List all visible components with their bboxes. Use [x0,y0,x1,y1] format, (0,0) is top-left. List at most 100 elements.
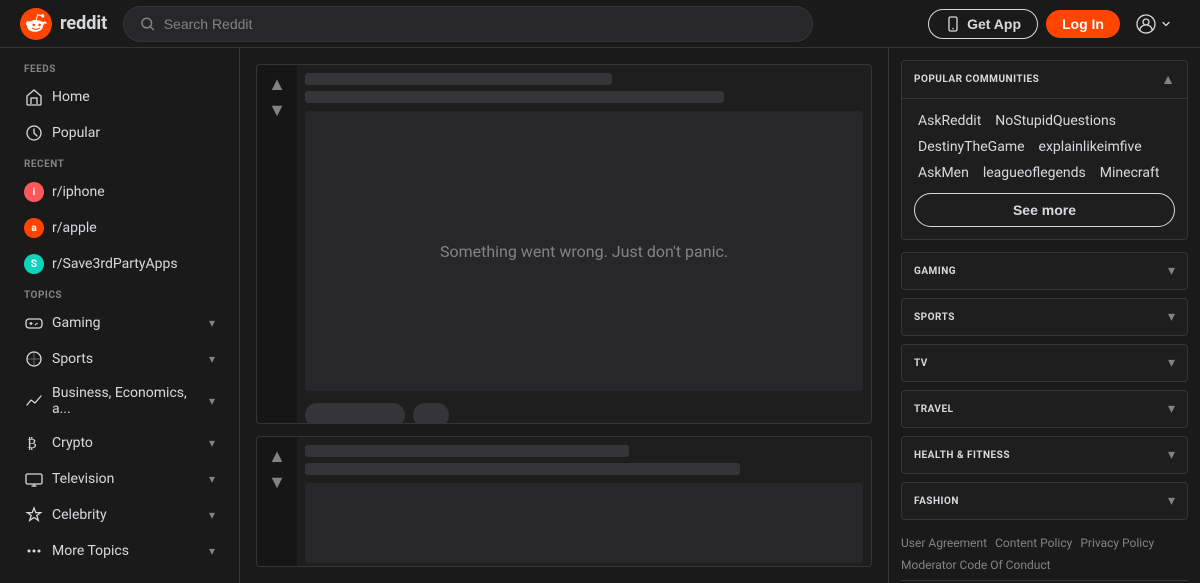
topic-travel-header[interactable]: TRAVEL ▾ [902,391,1187,427]
gaming-icon [24,313,44,333]
topic-row-tv: TV ▾ [901,344,1188,382]
skeleton-image-2 [305,483,863,563]
celebrity-chevron-icon: ▾ [209,508,215,522]
post-body-2 [297,437,871,567]
footer-links: User Agreement Content Policy Privacy Po… [901,536,1188,572]
downvote-button-2[interactable]: ▼ [266,471,288,493]
community-tag-minecraft[interactable]: Minecraft [1096,163,1164,183]
topic-row-gaming: GAMING ▾ [901,252,1188,290]
upvote-button-2[interactable]: ▲ [266,445,288,467]
collapse-icon[interactable]: ▲ [1161,71,1175,88]
footer-divider [901,580,1188,581]
right-sidebar: POPULAR COMMUNITIES ▲ AskReddit NoStupid… [888,48,1200,583]
sidebar-item-gaming[interactable]: Gaming ▾ [0,305,239,341]
sidebar-item-iphone[interactable]: i r/iphone [0,174,239,210]
footer-link-content-policy[interactable]: Content Policy [995,536,1072,550]
avatar-save3rd: S [24,254,44,274]
community-tag-askmen[interactable]: AskMen [914,163,973,183]
sidebar-item-crypto-label: Crypto [52,435,201,451]
header-right: Get App Log In [928,9,1180,39]
topic-fashion-chevron: ▾ [1168,493,1175,509]
topic-row-sports: SPORTS ▾ [901,298,1188,336]
sidebar-item-crypto[interactable]: ₿ Crypto ▾ [0,425,239,461]
sidebar-item-sports-label: Sports [52,351,201,367]
community-tag-destiny[interactable]: DestinyTheGame [914,137,1029,157]
upvote-button-1[interactable]: ▲ [266,73,288,95]
error-area: Something went wrong. Just don't panic. [305,111,863,391]
left-sidebar: FEEDS Home Popular RECENT i [0,48,240,583]
see-more-button[interactable]: See more [914,193,1175,227]
search-bar[interactable] [123,6,813,42]
community-tag-explain[interactable]: explainlikeimfive [1035,137,1146,157]
sidebar-item-apple[interactable]: a r/apple [0,210,239,246]
sidebar-item-business-label: Business, Economics, a... [52,385,201,417]
topic-fashion-header[interactable]: FASHION ▾ [902,483,1187,519]
topic-gaming-label: GAMING [914,266,956,277]
sidebar-item-television[interactable]: Television ▾ [0,461,239,497]
get-app-button[interactable]: Get App [928,9,1038,39]
vote-col-1: ▲ ▼ [257,65,297,424]
topic-health-label: HEALTH & FITNESS [914,450,1010,461]
footer-link-privacy[interactable]: Privacy Policy [1080,536,1154,550]
sports-chevron-icon: ▾ [209,352,215,366]
topic-gaming-header[interactable]: GAMING ▾ [902,253,1187,289]
popular-communities-body: AskReddit NoStupidQuestions DestinyTheGa… [902,99,1187,239]
sidebar-item-celebrity[interactable]: Celebrity ▾ [0,497,239,533]
search-input[interactable] [164,16,797,32]
popular-communities-title: POPULAR COMMUNITIES [914,74,1039,85]
community-tag-askreddit[interactable]: AskReddit [914,111,985,131]
user-icon [1136,14,1156,34]
television-chevron-icon: ▾ [209,472,215,486]
phone-icon [945,16,961,32]
topics-section-label: TOPICS [0,282,239,305]
downvote-button-1[interactable]: ▼ [266,99,288,121]
sidebar-item-home[interactable]: Home [0,79,239,115]
more-topics-icon [24,541,44,561]
sidebar-item-business[interactable]: Business, Economics, a... ▾ [0,377,239,425]
footer-link-moderator-code[interactable]: Moderator Code Of Conduct [901,558,1051,572]
vote-col-2: ▲ ▼ [257,437,297,567]
logo[interactable]: reddit [20,8,107,40]
community-tag-nostupid[interactable]: NoStupidQuestions [991,111,1120,131]
sidebar-item-more-topics-label: More Topics [52,543,201,559]
sidebar-item-popular[interactable]: Popular [0,115,239,151]
topic-sports-header[interactable]: SPORTS ▾ [902,299,1187,335]
post-card-2: ▲ ▼ [256,436,872,567]
skeleton-2b [305,463,740,475]
topic-sports-chevron: ▾ [1168,309,1175,325]
popular-communities-widget: POPULAR COMMUNITIES ▲ AskReddit NoStupid… [901,60,1188,240]
sports-icon [24,349,44,369]
gaming-chevron-icon: ▾ [209,316,215,330]
topic-travel-label: TRAVEL [914,404,954,415]
topic-tv-chevron: ▾ [1168,355,1175,371]
sidebar-item-popular-label: Popular [52,125,215,141]
header: reddit Get App Log In [0,0,1200,48]
topic-fashion-label: FASHION [914,496,959,507]
recent-section-label: RECENT [0,151,239,174]
sidebar-item-television-label: Television [52,471,201,487]
crypto-chevron-icon: ▾ [209,436,215,450]
user-menu[interactable] [1128,10,1180,38]
log-in-button[interactable]: Log In [1046,10,1120,38]
sidebar-item-save3rdpartyapps[interactable]: S r/Save3rdPartyApps [0,246,239,282]
error-text: Something went wrong. Just don't panic. [440,242,728,261]
post-body-1: Something went wrong. Just don't panic. [297,65,871,424]
sidebar-item-more-topics[interactable]: More Topics ▾ [0,533,239,569]
topic-health-header[interactable]: HEALTH & FITNESS ▾ [902,437,1187,473]
crypto-icon: ₿ [24,433,44,453]
right-footer: User Agreement Content Policy Privacy Po… [901,528,1188,583]
topic-row-health: HEALTH & FITNESS ▾ [901,436,1188,474]
main-content: ▲ ▼ Something went wrong. Just don't pan… [240,48,888,583]
sidebar-item-save3rd-label: r/Save3rdPartyApps [52,256,215,272]
topic-tv-header[interactable]: TV ▾ [902,345,1187,381]
skeleton-title-1b [305,91,724,103]
post-footer-1 [305,399,863,424]
popular-communities-header[interactable]: POPULAR COMMUNITIES ▲ [902,61,1187,99]
community-tag-league[interactable]: leagueoflegends [979,163,1090,183]
sidebar-item-sports[interactable]: Sports ▾ [0,341,239,377]
svg-text:₿: ₿ [27,436,37,452]
home-icon [24,87,44,107]
reddit-logo-icon [20,8,52,40]
topic-row-fashion: FASHION ▾ [901,482,1188,520]
footer-link-user-agreement[interactable]: User Agreement [901,536,987,550]
